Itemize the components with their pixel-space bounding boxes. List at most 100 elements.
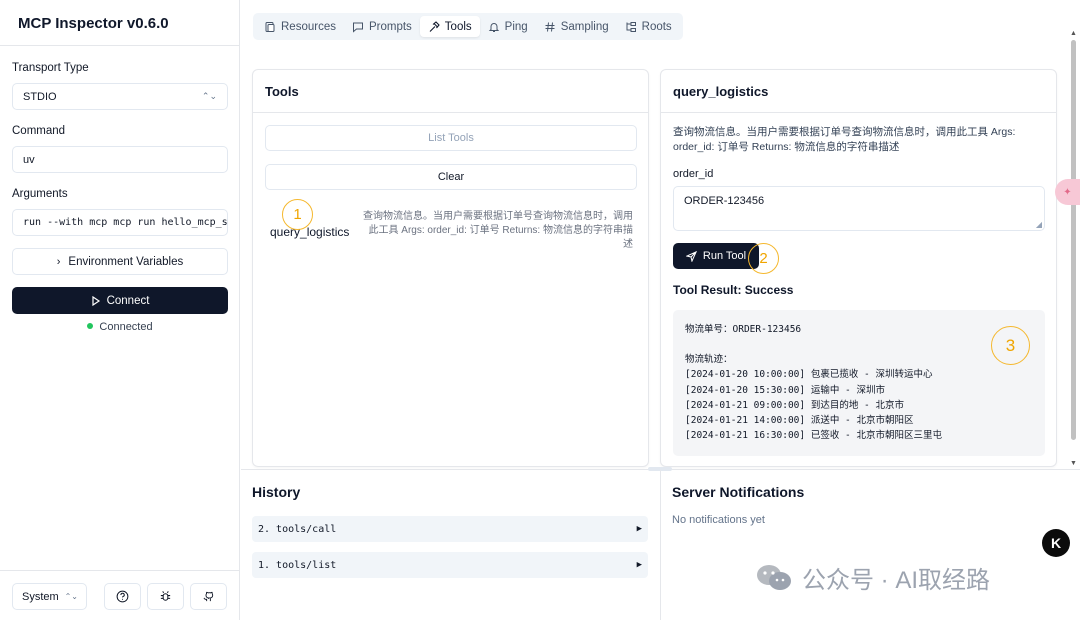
watermark: 公众号 · AI取经路	[754, 560, 990, 595]
command-label: Command	[12, 125, 66, 137]
resources-icon	[265, 21, 275, 32]
environment-variables-button[interactable]: › Environment Variables	[12, 248, 228, 275]
resize-grip-icon[interactable]: ◢	[1036, 220, 1042, 229]
github-button[interactable]	[190, 583, 227, 610]
tab-label: Tools	[444, 20, 472, 33]
arguments-label: Arguments	[12, 188, 68, 200]
hash-icon	[545, 21, 555, 32]
send-icon	[685, 250, 697, 262]
tool-detail-description: 查询物流信息。当用户需要根据订单号查询物流信息时，调用此工具 Args: ord…	[673, 126, 1016, 153]
server-notifications-title: Server Notifications	[672, 484, 805, 500]
expand-arrow-icon: ▶	[636, 524, 642, 534]
clear-button[interactable]: Clear	[265, 164, 637, 190]
tab-roots[interactable]: Roots	[617, 16, 680, 37]
chevron-up-down-icon: ⌃⌄	[64, 592, 78, 601]
bell-icon	[488, 22, 499, 32]
command-input[interactable]: uv	[12, 146, 228, 173]
result-line: [2024-01-21 14:00:00] 派送中 - 北京市朝阳区	[685, 415, 914, 427]
transport-type-label: Transport Type	[12, 62, 89, 74]
tool-name: query_logistics	[270, 225, 350, 239]
scroll-thumb[interactable]	[1071, 40, 1076, 440]
tab-ping[interactable]: Ping	[480, 16, 536, 37]
tab-label: Sampling	[560, 20, 609, 33]
arguments-input[interactable]: run --with mcp mcp run hello_mcp_s	[12, 209, 228, 236]
folder-tree-icon	[626, 21, 636, 32]
hammer-icon	[429, 20, 440, 32]
message-icon	[352, 22, 363, 33]
result-line: 物流轨迹：	[685, 354, 733, 366]
result-line: [2024-01-21 16:30:00] 已签收 - 北京市朝阳区三里屯	[685, 430, 942, 442]
translate-icon: ✦	[1063, 186, 1072, 198]
history-title: History	[252, 484, 301, 500]
notifications-empty-text: No notifications yet	[672, 514, 765, 526]
history-panel: History 2. tools/call ▶ 1. tools/list ▶	[252, 484, 649, 578]
result-line: [2024-01-20 10:00:00] 包裹已揽收 - 深圳转运中心	[685, 369, 933, 381]
chevron-right-icon: ›	[56, 255, 61, 268]
arguments-value: run --with mcp mcp run hello_mcp_s	[23, 217, 228, 228]
tab-label: Ping	[504, 20, 528, 33]
environment-variables-label: Environment Variables	[68, 255, 184, 268]
tool-list-item[interactable]: query_logistics 查询物流信息。当用户需要根据订单号查询物流信息时…	[265, 206, 637, 266]
expand-arrow-icon: ▶	[636, 560, 642, 570]
scrollbar[interactable]: ▲ ▼	[1068, 30, 1080, 470]
tab-resources[interactable]: Resources	[256, 16, 344, 37]
history-item[interactable]: 1. tools/list ▶	[252, 552, 648, 578]
annotation-marker-1: 1	[282, 199, 313, 230]
command-value: uv	[23, 153, 35, 166]
result-line: [2024-01-20 15:30:00] 运输中 - 深圳市	[685, 384, 885, 396]
result-output: 物流单号：ORDER-123456 物流轨迹： [2024-01-20 10:00:…	[673, 310, 1045, 456]
list-tools-button[interactable]: List Tools	[265, 125, 637, 151]
order-id-value: ORDER-123456	[684, 195, 765, 207]
run-tool-button[interactable]: Run Tool	[673, 243, 759, 269]
k-assistant-button[interactable]: K	[1042, 529, 1070, 557]
result-title: Tool Result: Success	[673, 283, 794, 297]
transport-type-value: STDIO	[23, 90, 57, 103]
watermark-text: 公众号 · AI取经路	[802, 567, 991, 594]
connect-label: Connect	[106, 294, 150, 307]
help-button[interactable]	[104, 583, 141, 610]
sidebar-footer: System ⌃⌄	[0, 570, 240, 620]
annotation-marker-3: 3	[991, 326, 1030, 365]
bug-report-button[interactable]	[147, 583, 184, 610]
app-title: MCP Inspector v0.6.0	[0, 0, 239, 46]
connect-button[interactable]: Connect	[12, 287, 228, 314]
tab-label: Resources	[281, 20, 336, 33]
tab-label: Roots	[641, 20, 672, 33]
help-circle-icon	[116, 590, 129, 603]
status-dot-icon	[87, 323, 94, 329]
chevron-up-down-icon: ⌃⌄	[201, 91, 217, 101]
server-notifications-panel: Server Notifications No notifications ye…	[672, 484, 804, 526]
tool-description: 查询物流信息。当用户需要根据订单号查询物流信息时，调用此工具 Args: ord…	[363, 211, 633, 250]
tool-detail-panel: query_logistics 查询物流信息。当用户需要根据订单号查询物流信息时…	[660, 69, 1057, 467]
wechat-logo-icon	[757, 564, 791, 590]
sidebar: MCP Inspector v0.6.0 Transport Type STDI…	[0, 0, 240, 620]
history-item-label: 1. tools/list	[258, 559, 337, 571]
theme-select[interactable]: System ⌃⌄	[12, 583, 87, 610]
result-line: [2024-01-21 09:00:00] 到达目的地 - 北京市	[685, 399, 904, 411]
tab-tools[interactable]: Tools	[419, 16, 480, 37]
tab-prompts[interactable]: Prompts	[344, 16, 420, 37]
result-line: 物流单号：ORDER-123456	[685, 324, 802, 335]
tab-sampling[interactable]: Sampling	[536, 16, 617, 37]
status-text: Connected	[99, 321, 153, 333]
run-tool-label: Run Tool	[702, 250, 747, 262]
scroll-up-arrow-icon[interactable]: ▲	[1070, 30, 1077, 37]
tab-label: Prompts	[368, 20, 412, 33]
bug-icon	[160, 591, 171, 601]
tab-bar: Resources Prompts Tools Ping Sampling Ro…	[253, 13, 683, 40]
order-id-label: order_id	[673, 168, 714, 180]
transport-type-select[interactable]: STDIO ⌃⌄	[12, 83, 228, 110]
result-line	[685, 337, 1033, 352]
order-id-input[interactable]: ORDER-123456 ◢	[673, 186, 1045, 231]
history-item-label: 2. tools/call	[258, 523, 337, 535]
tools-panel: Tools List Tools Clear query_logistics 查…	[252, 69, 649, 467]
connection-status: Connected	[0, 321, 240, 333]
pane-divider-vertical	[660, 470, 661, 620]
scroll-down-arrow-icon[interactable]: ▼	[1070, 460, 1077, 467]
translate-float-button[interactable]: ✦	[1055, 179, 1080, 205]
theme-value: System	[22, 590, 59, 603]
tool-detail-title: query_logistics	[661, 70, 1056, 113]
history-item[interactable]: 2. tools/call ▶	[252, 516, 648, 542]
annotation-marker-2: 2	[748, 243, 779, 274]
tools-panel-title: Tools	[253, 70, 648, 113]
